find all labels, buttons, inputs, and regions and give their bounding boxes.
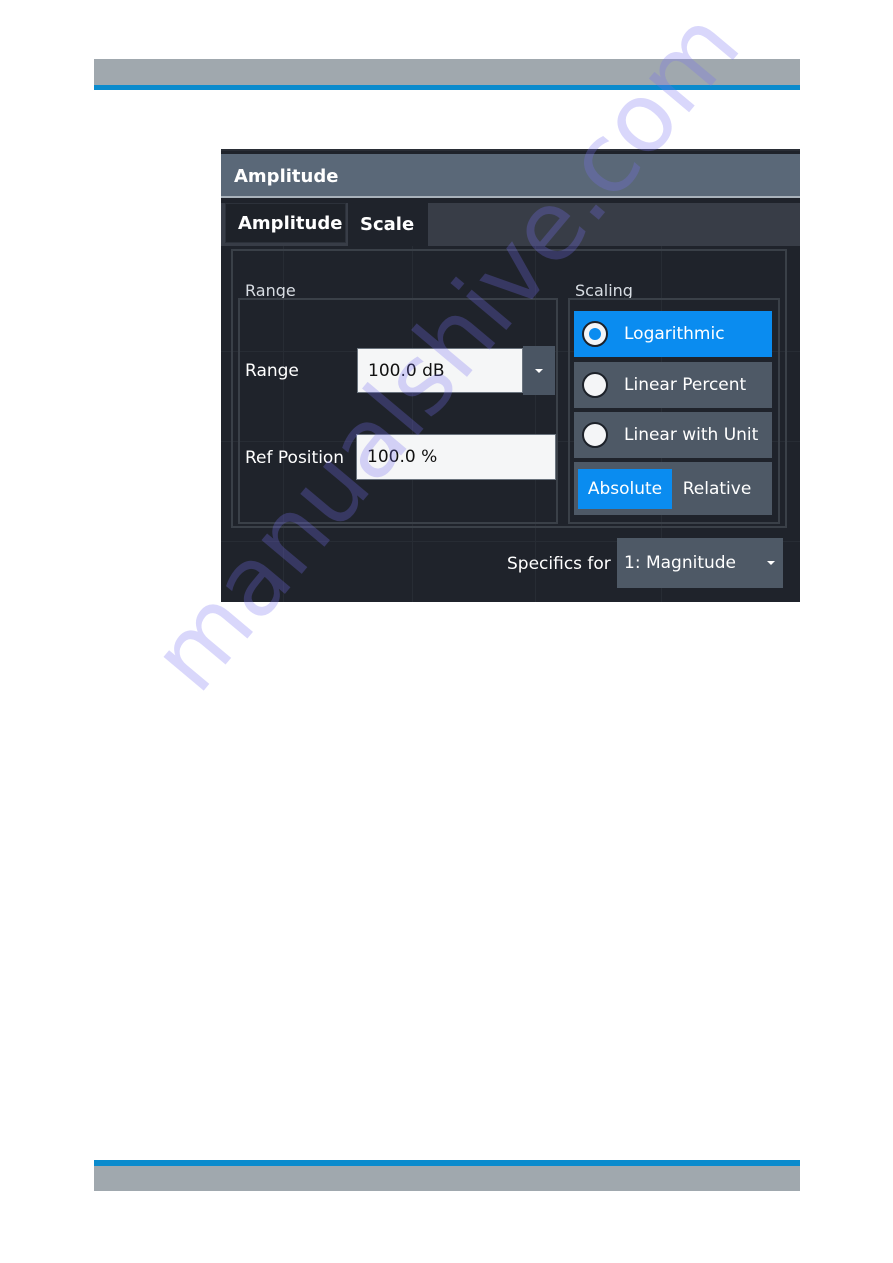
chevron-down-icon (767, 561, 775, 565)
chevron-down-icon (535, 368, 543, 373)
absolute-relative-toggle: Absolute Relative (574, 462, 772, 515)
radio-unselected-icon (582, 422, 608, 448)
specifics-for-value: 1: Magnitude (624, 553, 737, 573)
dialog-title-bar: Amplitude (221, 154, 800, 198)
range-value: 100.0 dB (368, 360, 445, 381)
ref-position-label: Ref Position (245, 448, 345, 468)
radio-label: Linear with Unit (624, 425, 759, 445)
scaling-option-linear-with-unit[interactable]: Linear with Unit (574, 412, 772, 458)
radio-label: Linear Percent (624, 375, 747, 395)
toggle-relative[interactable]: Relative (672, 469, 762, 509)
radio-label: Logarithmic (624, 324, 725, 344)
tab-scale[interactable]: Scale (348, 203, 428, 246)
tab-amplitude[interactable]: Amplitude (225, 203, 346, 243)
dialog-title: Amplitude (234, 166, 339, 187)
tab-strip: Amplitude Scale (221, 203, 800, 246)
specifics-for-label: Specifics for (507, 554, 611, 574)
page-header-accent (94, 85, 800, 90)
scaling-option-linear-percent[interactable]: Linear Percent (574, 362, 772, 408)
radio-unselected-icon (582, 372, 608, 398)
page-footer-bar (94, 1166, 800, 1191)
range-group (238, 298, 558, 524)
range-dropdown[interactable]: 100.0 dB (357, 348, 523, 393)
range-label: Range (245, 361, 299, 381)
amplitude-dialog: Amplitude Amplitude Scale Range Range 10… (221, 149, 800, 602)
specifics-for-dropdown[interactable]: 1: Magnitude (617, 538, 783, 588)
ref-position-input[interactable]: 100.0 % (356, 434, 556, 480)
ref-position-value: 100.0 % (367, 447, 438, 467)
scaling-option-logarithmic[interactable]: Logarithmic (574, 311, 772, 357)
toggle-absolute[interactable]: Absolute (578, 468, 672, 509)
range-dropdown-toggle[interactable] (523, 346, 555, 395)
page-header-bar (94, 59, 800, 85)
radio-selected-icon (582, 321, 608, 347)
